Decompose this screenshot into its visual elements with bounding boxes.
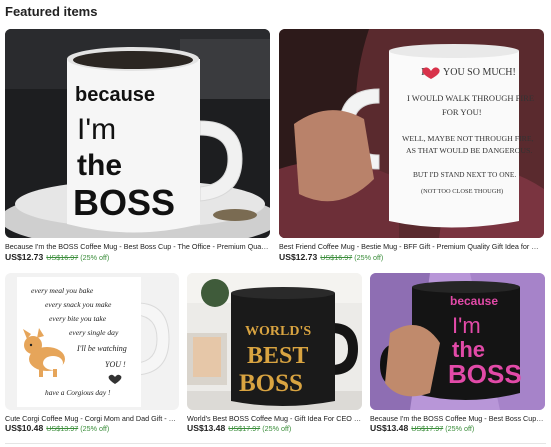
- mug-text-boss: BOSS: [448, 359, 522, 389]
- product-card-5[interactable]: because I'm the BOSS Because I'm the BOS…: [370, 273, 545, 435]
- mug-text-line7: have a Corgious day !: [45, 388, 111, 397]
- mug-text-line1: every meal you bake: [31, 286, 94, 295]
- mug-text-best: BEST: [247, 343, 308, 369]
- product-image[interactable]: WORLD'S BEST BOSS: [187, 273, 362, 410]
- product-image[interactable]: because I'm the BOSS: [370, 273, 545, 410]
- product-image[interactable]: because I'm the BOSS: [5, 29, 270, 238]
- discount-label: (25% off): [262, 424, 292, 433]
- mug-text-boss: BOSS: [239, 370, 303, 397]
- mug-text-line6: (NOT TOO CLOSE THOUGH): [421, 188, 503, 195]
- product-image[interactable]: every meal you bake every snack you make…: [5, 273, 179, 410]
- mug-text-the: the: [77, 149, 122, 182]
- product-card-4[interactable]: WORLD'S BEST BOSS World's Best BOSS Coff…: [187, 273, 362, 435]
- mug-text-line4: every single day: [69, 328, 119, 337]
- sale-price: US$10.48: [5, 423, 44, 433]
- discount-label: (25% off): [445, 424, 475, 433]
- product-title[interactable]: Because I'm the BOSS Coffee Mug - Best B…: [370, 414, 545, 423]
- product-card-1[interactable]: because I'm the BOSS Because I'm the BOS…: [5, 29, 270, 265]
- mug-text-line1: I WOULD WALK THROUGH FIRE: [407, 93, 534, 103]
- mug-text-because: because: [75, 84, 155, 106]
- section-divider: [5, 443, 546, 444]
- sale-price: US$13.48: [187, 423, 226, 433]
- original-price: US$13.97: [46, 424, 79, 433]
- sale-price: US$12.73: [5, 252, 44, 262]
- mug-text-boss: BOSS: [73, 182, 175, 223]
- discount-label: (25% off): [80, 253, 110, 262]
- mug-text-line4: AS THAT WOULD BE DANGEROUS.: [406, 146, 532, 155]
- product-title[interactable]: Because I'm the BOSS Coffee Mug - Best B…: [5, 242, 270, 251]
- discount-label: (25% off): [354, 253, 384, 262]
- product-card-3[interactable]: every meal you bake every snack you make…: [5, 273, 179, 435]
- price-row: US$10.48 US$13.97 (25% off): [5, 423, 109, 433]
- original-price: US$16.97: [46, 253, 79, 262]
- section-title: Featured items: [5, 4, 98, 19]
- product-title[interactable]: Best Friend Coffee Mug - Bestie Mug - BF…: [279, 242, 544, 251]
- mug-text-because: because: [450, 294, 498, 308]
- product-title[interactable]: World's Best BOSS Coffee Mug - Gift Idea…: [187, 414, 362, 423]
- mug-text-worlds: WORLD'S: [245, 324, 311, 339]
- price-row: US$12.73 US$16.97 (25% off): [279, 252, 383, 262]
- sale-price: US$12.73: [279, 252, 318, 262]
- discount-label: (25% off): [80, 424, 110, 433]
- product-image[interactable]: I YOU SO MUCH! I WOULD WALK THROUGH FIRE…: [279, 29, 544, 238]
- product-card-2[interactable]: I YOU SO MUCH! I WOULD WALK THROUGH FIRE…: [279, 29, 544, 265]
- mug-text-line5: BUT I'D STAND NEXT TO ONE.: [413, 170, 516, 179]
- product-title[interactable]: Cute Corgi Coffee Mug - Corgi Mom and Da…: [5, 414, 179, 423]
- original-price: US$16.97: [320, 253, 353, 262]
- mug-text-line5: I'll be watching: [76, 344, 127, 353]
- mug-text-im: I'm: [452, 313, 481, 338]
- price-row: US$12.73 US$16.97 (25% off): [5, 252, 109, 262]
- mug-text-im: I'm: [77, 113, 116, 146]
- price-row: US$13.48 US$17.97 (25% off): [187, 423, 291, 433]
- mug-text-line2: FOR YOU!: [442, 107, 482, 117]
- sale-price: US$13.48: [370, 423, 409, 433]
- mug-text-line6: YOU !: [105, 360, 126, 369]
- mug-text-love: YOU SO MUCH!: [443, 67, 516, 78]
- mug-text-line3: WELL, MAYBE NOT THROUGH FIRE,: [402, 134, 534, 143]
- original-price: US$17.97: [411, 424, 444, 433]
- price-row: US$13.48 US$17.97 (25% off): [370, 423, 474, 433]
- mug-text-line3: every bite you take: [49, 314, 107, 323]
- mug-text-line2: every snack you make: [45, 300, 112, 309]
- original-price: US$17.97: [228, 424, 261, 433]
